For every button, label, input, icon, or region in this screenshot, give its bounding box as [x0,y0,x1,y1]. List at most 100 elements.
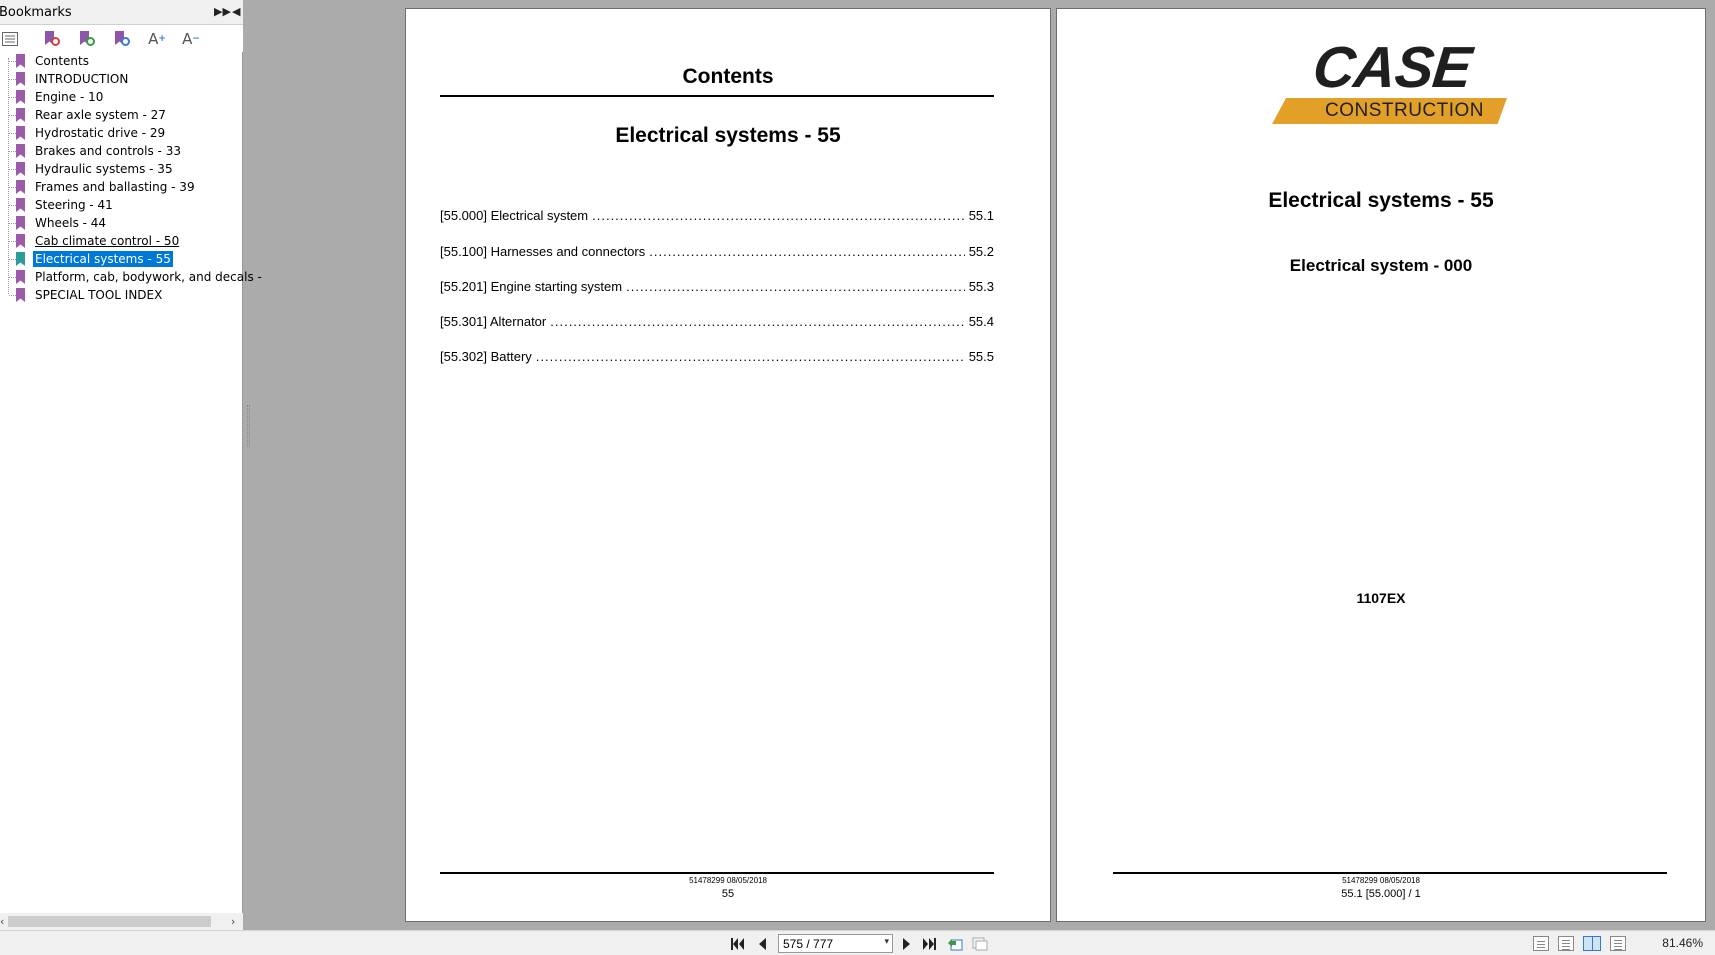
delete-bookmark-icon[interactable] [42,29,62,49]
bookmark-label[interactable]: INTRODUCTION [33,71,130,87]
bookmark-introduction[interactable]: INTRODUCTION [0,70,243,88]
panel-splitter[interactable] [247,405,250,447]
bookmark-label[interactable]: Brakes and controls - 33 [33,143,183,159]
bookmark-icon [16,198,25,212]
footer-rule [1113,872,1667,874]
bookmark-label[interactable]: Cab climate control - 50 [33,233,181,249]
bookmark-label[interactable]: Contents [33,53,91,69]
find-bookmark-icon[interactable] [112,29,132,49]
toc-entry-label: [55.201] Engine starting system [440,279,623,294]
bookmark-frames[interactable]: Frames and ballasting - 39 [0,178,243,196]
toc-entry[interactable]: [55.100] Harnesses and connectors 55.2 [440,244,994,262]
toc-entry[interactable]: [55.301] Alternator 55.4 [440,314,994,332]
toc-leader [536,349,965,364]
bookmark-icon [16,162,25,176]
footer-rule [440,872,994,874]
toc-entry-page: 55.2 [968,244,994,259]
toc-leader [649,244,964,259]
add-bookmark-icon[interactable] [77,29,97,49]
bookmark-icon [16,108,25,122]
footer-page-number: 55 [721,888,735,900]
bookmark-icon [16,216,25,230]
logo-subtitle: CONSTRUCTION [1324,100,1485,121]
bookmark-rear-axle[interactable]: Rear axle system - 27 [0,106,243,124]
facing-view-icon[interactable] [1583,936,1601,951]
bookmark-icon [16,54,25,68]
bookmark-hydraulic[interactable]: Hydraulic systems - 35 [0,160,243,178]
toc-entry[interactable]: [55.000] Electrical system 55.1 [440,208,994,226]
bookmark-label[interactable]: SPECIAL TOOL INDEX [33,287,164,303]
bookmark-engine[interactable]: Engine - 10 [0,88,243,106]
first-page-icon[interactable] [729,935,747,952]
continuous-view-icon[interactable] [1558,936,1574,951]
bookmark-steering[interactable]: Steering - 41 [0,196,243,214]
page-number-field[interactable]: 575 / 777 ▾ [778,934,893,953]
scroll-left-icon[interactable]: ‹ [0,913,4,930]
toc-entry-label: [55.302] Battery [440,349,532,364]
toc-entry-page: 55.5 [968,349,994,364]
footer-doc-number: 51478299 08/05/2018 [1342,876,1420,885]
chevron-down-icon[interactable]: ▾ [884,936,889,947]
bookmark-label[interactable]: Hydraulic systems - 35 [33,161,175,177]
bookmark-icon [16,180,25,194]
pdf-page-left: Contents Electrical systems - 55 [55.000… [405,8,1051,922]
bookmark-icon [16,126,25,140]
bookmark-label-selected[interactable]: Electrical systems - 55 [33,251,173,267]
go-forward-view-icon[interactable] [971,935,989,952]
last-page-icon[interactable] [920,935,938,952]
case-construction-logo: CASE CONSTRUCTION [1272,35,1512,129]
bookmark-electrical[interactable]: Electrical systems - 55 [0,250,243,268]
bookmarks-title: Bookmarks [0,5,72,20]
scrollbar-thumb[interactable] [8,916,211,927]
bookmark-brakes[interactable]: Brakes and controls - 33 [0,142,243,160]
status-bar: 575 / 777 ▾ 81.46% [0,930,1715,955]
bookmark-label[interactable]: Hydrostatic drive - 29 [33,125,167,141]
scroll-right-icon[interactable]: › [231,913,235,930]
previous-page-icon[interactable] [754,935,770,952]
bookmark-cab-climate[interactable]: Cab climate control - 50 [0,232,243,250]
bookmark-icon [16,144,25,158]
footer-doc-number: 51478299 08/05/2018 [689,876,767,885]
bookmarks-header: Bookmarks ▶▶ ◀ [0,0,243,25]
pdf-page-right: CASE CONSTRUCTION Electrical systems - 5… [1056,8,1706,922]
title-rule [440,95,994,97]
logo-wordmark: CASE [1310,35,1475,100]
continuous-facing-view-icon[interactable] [1610,936,1626,951]
bookmark-platform[interactable]: Platform, cab, bodywork, and decals - [0,268,262,286]
toc-entry-label: [55.301] Alternator [440,314,547,329]
bookmark-wheels[interactable]: Wheels - 44 [0,214,243,232]
toc-entry-label: [55.100] Harnesses and connectors [440,244,646,259]
decrease-font-icon[interactable]: A − [181,29,201,49]
toc-entry[interactable]: [55.302] Battery 55.5 [440,349,994,367]
single-page-view-icon[interactable] [1533,936,1549,951]
increase-font-icon[interactable]: A + [147,29,167,49]
bookmark-label[interactable]: Engine - 10 [33,89,105,105]
bookmark-label[interactable]: Wheels - 44 [33,215,108,231]
zoom-level[interactable]: 81.46% [1662,936,1703,950]
page-number-value: 575 / 777 [783,937,834,951]
collapse-panel-icon[interactable]: ◀ [232,5,240,18]
bookmark-active-icon [16,252,25,266]
bookmark-label[interactable]: Frames and ballasting - 39 [33,179,197,195]
bookmark-label[interactable]: Rear axle system - 27 [33,107,168,123]
toc-entry-page: 55.4 [968,314,994,329]
toc-leader [550,314,964,329]
bookmark-label[interactable]: Steering - 41 [33,197,115,213]
bookmark-label[interactable]: Platform, cab, bodywork, and decals - [33,269,264,285]
toc-leader [626,279,965,294]
bookmark-icon [16,270,25,284]
bookmark-contents[interactable]: Contents [0,52,243,70]
bookmark-icon [16,72,25,86]
bookmark-special-tool[interactable]: SPECIAL TOOL INDEX [0,286,243,304]
bookmark-hydrostatic-drive[interactable]: Hydrostatic drive - 29 [0,124,243,142]
bookmark-options-icon[interactable] [0,29,20,49]
next-page-icon[interactable] [898,935,914,952]
toc-entry-page: 55.1 [968,208,994,223]
toc-entry[interactable]: [55.201] Engine starting system 55.3 [440,279,994,297]
horizontal-scrollbar[interactable]: ‹ › [0,913,243,930]
go-back-view-icon[interactable] [946,935,964,952]
bookmarks-toolbar: A + A − [0,25,243,52]
expand-panel-icon[interactable]: ▶▶ [214,5,231,18]
bookmarks-panel: Bookmarks ▶▶ ◀ A + A − Contents INTRODUCTI… [0,0,262,930]
bookmark-icon [16,90,25,104]
